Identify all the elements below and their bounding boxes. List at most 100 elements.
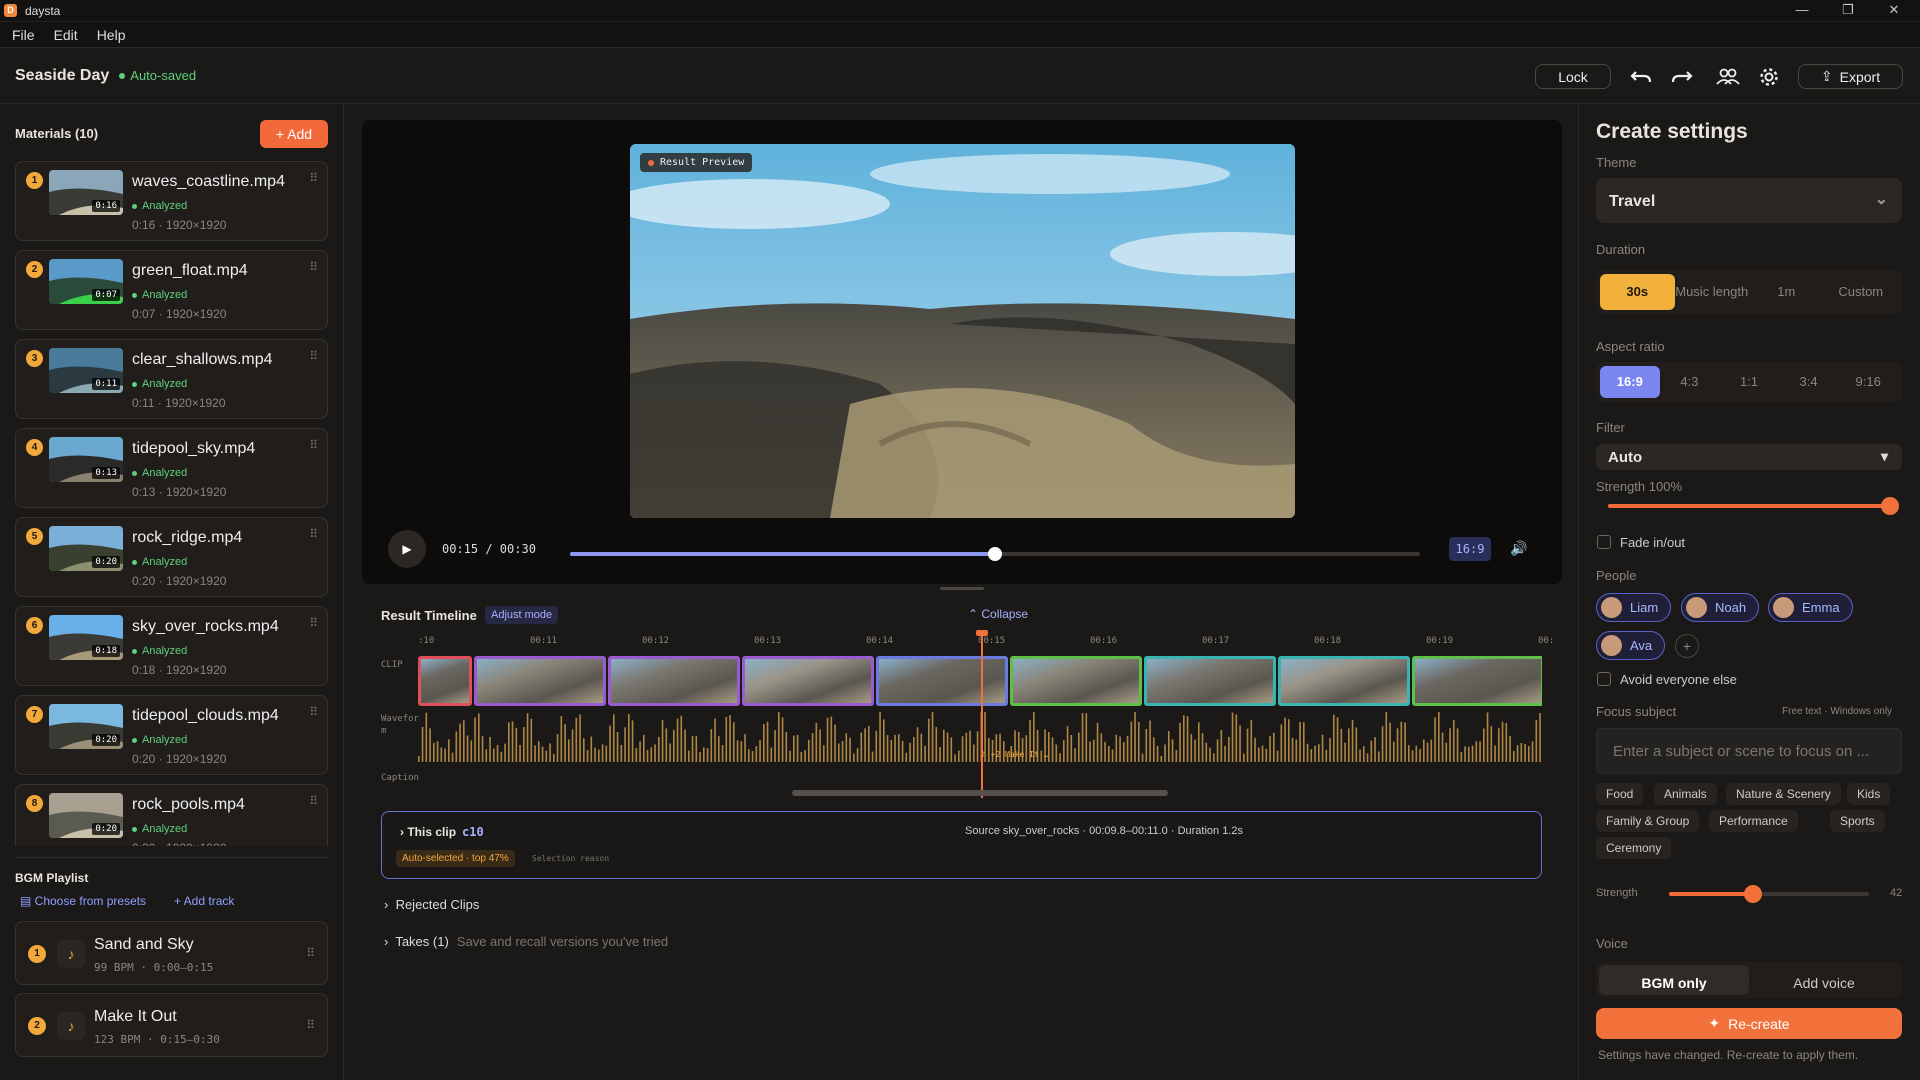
undo-icon[interactable] [1628, 64, 1654, 90]
material-item[interactable]: 6 0:18 sky_over_rocks.mp4 Analyzed 0:18 … [15, 606, 328, 686]
drag-handle-icon[interactable]: ⠿ [309, 616, 318, 630]
materials-title: Materials (10) [15, 126, 99, 141]
voice-option-bgm-only[interactable]: BGM only [1599, 965, 1749, 995]
timeline-ruler[interactable]: :10 00:11 00:12 00:13 00:14 00:15 00:16 00:17 00… [418, 636, 1554, 648]
takes-toggle[interactable]: › Takes (1) Save and recall versions you'… [384, 934, 668, 949]
filter-strength-slider[interactable] [1608, 497, 1899, 515]
bgm-track[interactable]: 1 ♪ Sand and Sky 99 BPM · 0:00–0:15 ⠿ [15, 921, 328, 985]
materials-list[interactable]: 1 0:16 waves_coastline.mp4 Analyzed 0:16… [15, 161, 328, 846]
timeline-scrollbar[interactable] [792, 790, 1168, 796]
add-track-link[interactable]: + Add track [174, 894, 234, 908]
play-button[interactable]: ▶ [388, 530, 426, 568]
drag-handle-icon[interactable]: ⠿ [309, 438, 318, 452]
focus-tag[interactable]: Sports [1830, 810, 1885, 832]
focus-strength-slider[interactable] [1669, 885, 1869, 903]
segment-option[interactable]: 9:16 [1838, 366, 1898, 398]
choose-presets-link[interactable]: ▤ Choose from presets [20, 894, 146, 908]
timeline-clip[interactable] [474, 656, 606, 706]
segment-option[interactable]: 1m [1749, 274, 1824, 310]
drag-handle-icon[interactable]: ⠿ [309, 705, 318, 719]
add-person-button[interactable]: + [1675, 634, 1699, 658]
segment-option[interactable]: 30s [1600, 274, 1675, 310]
segment-option[interactable]: 1:1 [1719, 366, 1779, 398]
recreate-button[interactable]: ✦ Re-create [1596, 1008, 1902, 1039]
drag-handle-icon[interactable]: ⠿ [309, 794, 318, 808]
timeline-clip[interactable] [608, 656, 740, 706]
material-item[interactable]: 1 0:16 waves_coastline.mp4 Analyzed 0:16… [15, 161, 328, 241]
aspect-ratio-chip[interactable]: 16:9 [1449, 537, 1491, 561]
timeline-clip[interactable] [1010, 656, 1142, 706]
clip-track[interactable] [418, 656, 1542, 706]
export-button[interactable]: ⇪ Export [1798, 64, 1903, 89]
focus-tag[interactable]: Ceremony [1596, 837, 1672, 859]
menu-edit[interactable]: Edit [54, 27, 78, 43]
person-chip[interactable]: Emma [1768, 593, 1853, 622]
timeline-clip[interactable] [742, 656, 874, 706]
drag-handle-icon[interactable]: ⠿ [306, 946, 315, 960]
lock-button[interactable]: Lock [1535, 64, 1611, 89]
drag-handle-icon[interactable]: ⠿ [306, 1018, 315, 1032]
timeline-clip[interactable] [418, 656, 472, 706]
avoid-checkbox[interactable] [1597, 672, 1611, 686]
focus-tag[interactable]: Performance [1709, 810, 1798, 832]
material-item[interactable]: 2 0:07 green_float.mp4 Analyzed 0:07 · 1… [15, 250, 328, 330]
rejected-clips-toggle[interactable]: › Rejected Clips [384, 897, 479, 912]
close-icon[interactable]: ✕ [1872, 0, 1916, 22]
restore-icon[interactable]: ❐ [1826, 0, 1870, 22]
add-material-button[interactable]: + Add [260, 120, 328, 148]
segment-option[interactable]: 3:4 [1779, 366, 1839, 398]
volume-icon[interactable]: 🔊 [1510, 540, 1527, 557]
person-chip[interactable]: Liam [1596, 593, 1672, 622]
redo-icon[interactable] [1669, 64, 1695, 90]
theme-select[interactable]: Travel [1596, 178, 1902, 223]
focus-tag[interactable]: Kids [1847, 783, 1891, 805]
gear-icon[interactable] [1756, 64, 1782, 90]
material-item[interactable]: 4 0:13 tidepool_sky.mp4 Analyzed 0:13 · … [15, 428, 328, 508]
preview-video[interactable] [630, 144, 1295, 518]
drag-handle-icon[interactable]: ⠿ [309, 527, 318, 541]
seek-handle[interactable] [988, 547, 1002, 561]
caption-marker[interactable]: ♪ +2 Make It … [981, 750, 1048, 759]
segment-option[interactable]: Music length [1675, 274, 1750, 310]
seek-bar[interactable] [570, 547, 1420, 561]
adjust-mode-chip[interactable]: Adjust mode [485, 606, 559, 624]
timeline-clip[interactable] [1144, 656, 1276, 706]
voice-option-add-voice[interactable]: Add voice [1749, 965, 1899, 995]
this-clip-label[interactable]: › This clip c10 [400, 825, 484, 839]
timeline-clip[interactable] [876, 656, 1008, 706]
focus-tag[interactable]: Nature & Scenery [1726, 783, 1841, 805]
material-item[interactable]: 5 0:20 rock_ridge.mp4 Analyzed 0:20 · 19… [15, 517, 328, 597]
person-chip[interactable]: Noah [1681, 593, 1760, 622]
focus-tag[interactable]: Food [1596, 783, 1644, 805]
filter-select[interactable]: Auto [1596, 444, 1902, 470]
segment-option[interactable]: 16:9 [1600, 366, 1660, 398]
export-label: Export [1839, 68, 1881, 85]
segment-option[interactable]: 4:3 [1660, 366, 1720, 398]
minimize-icon[interactable]: — [1780, 0, 1824, 22]
collapse-button[interactable]: ⌃ Collapse [968, 607, 1028, 621]
people-icon[interactable] [1715, 64, 1741, 90]
person-chip[interactable]: Ava [1596, 631, 1666, 660]
timeline-clip[interactable] [1278, 656, 1410, 706]
focus-tag[interactable]: Animals [1654, 783, 1717, 805]
timeline-clip[interactable] [1412, 656, 1542, 706]
material-item[interactable]: 8 0:20 rock_pools.mp4 Analyzed 0:20 · 19… [15, 784, 328, 846]
fade-checkbox[interactable] [1597, 535, 1611, 549]
playhead[interactable] [981, 634, 983, 798]
focus-tag[interactable]: Family & Group [1596, 810, 1700, 832]
bgm-track[interactable]: 2 ♪ Make It Out 123 BPM · 0:15–0:30 ⠿ [15, 993, 328, 1057]
slider-handle[interactable] [1744, 885, 1762, 903]
resize-handle[interactable] [940, 587, 984, 590]
drag-handle-icon[interactable]: ⠿ [309, 171, 318, 185]
menu-file[interactable]: File [12, 27, 35, 43]
drag-handle-icon[interactable]: ⠿ [309, 349, 318, 363]
drag-handle-icon[interactable]: ⠿ [309, 260, 318, 274]
slider-handle[interactable] [1881, 497, 1899, 515]
focus-subject-input[interactable]: Enter a subject or scene to focus on ... [1596, 728, 1902, 774]
material-item[interactable]: 7 0:20 tidepool_clouds.mp4 Analyzed 0:20… [15, 695, 328, 775]
selection-reason[interactable]: Selection reason [532, 854, 609, 863]
row-label-waveform: Waveform [381, 714, 419, 736]
material-item[interactable]: 3 0:11 clear_shallows.mp4 Analyzed 0:11 … [15, 339, 328, 419]
segment-option[interactable]: Custom [1824, 274, 1899, 310]
menu-help[interactable]: Help [97, 27, 126, 43]
